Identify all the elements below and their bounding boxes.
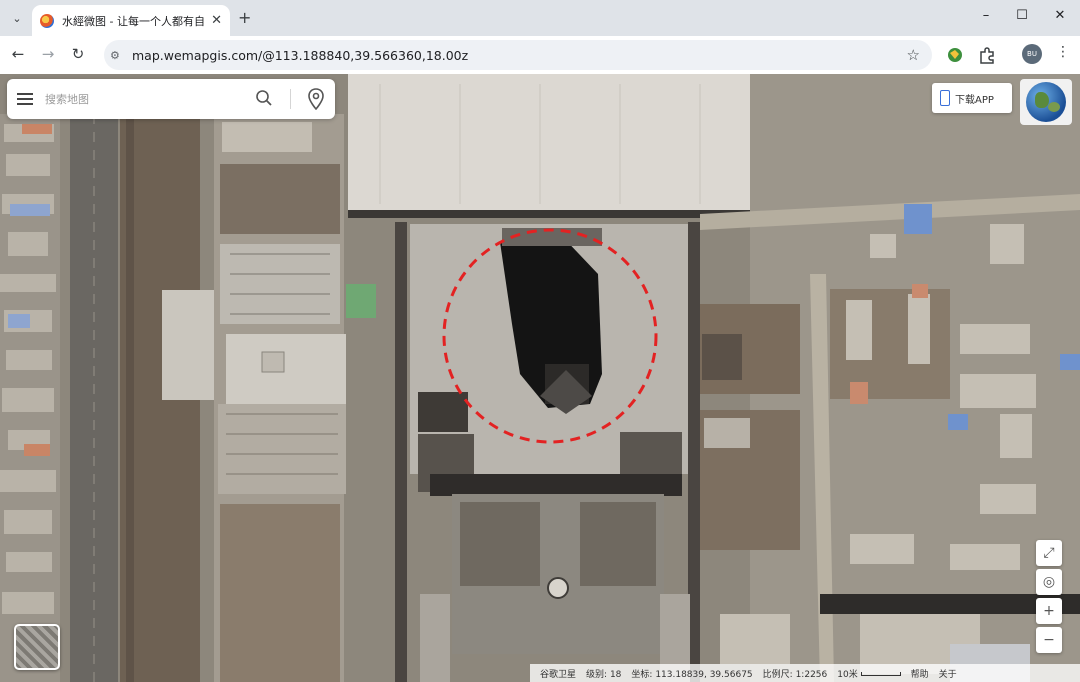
map-search-input[interactable]	[45, 92, 245, 106]
zoom-out-button[interactable]: −	[1036, 627, 1062, 653]
satellite-imagery[interactable]	[0, 74, 1080, 682]
locate-me-icon[interactable]: ◎	[1036, 569, 1062, 595]
about-link[interactable]: 关于	[939, 667, 957, 680]
new-tab-plus-icon[interactable]: +	[238, 8, 251, 27]
fullscreen-icon[interactable]: ⤢	[1036, 540, 1062, 566]
extension-globe-icon[interactable]	[946, 46, 964, 64]
maximize-icon[interactable]: ☐	[1012, 8, 1032, 23]
imagery-source: 谷歌卫星	[540, 669, 577, 680]
map-status-bar: 谷歌卫星 级别: 18 坐标: 113.18839, 39.56675 比例尺:…	[530, 664, 1080, 682]
map-scale: 比例尺: 1:2256	[762, 669, 828, 680]
forward-arrow-icon[interactable]: →	[38, 45, 58, 63]
browser-tab-active[interactable]: 水經微图 - 让每一个人都有自己 ✕	[32, 5, 230, 36]
menu-hamburger-icon[interactable]	[17, 93, 33, 105]
download-app-label: 下载APP	[955, 94, 994, 106]
map-search-box	[7, 79, 335, 119]
globe-icon	[1026, 82, 1066, 122]
location-pin-icon[interactable]	[307, 88, 325, 110]
map-tools: ⤢ ◎ + −	[1036, 540, 1064, 653]
layer-switch-thumbnail[interactable]	[14, 624, 60, 670]
divider	[290, 89, 291, 109]
tab-close-icon[interactable]: ✕	[211, 13, 222, 28]
phone-icon	[940, 90, 950, 106]
minimize-icon[interactable]: –	[976, 8, 996, 23]
globe-view-button[interactable]	[1020, 79, 1072, 125]
help-link[interactable]: 帮助	[911, 667, 929, 680]
tab-search-chevron-icon[interactable]: ⌄	[6, 7, 28, 29]
reload-icon[interactable]: ↻	[68, 45, 88, 63]
map-viewport[interactable]: 下载APP ⤢ ◎ + − 谷歌卫星 级别: 18 坐标: 113.18839,…	[0, 74, 1080, 682]
url-text[interactable]: map.wemapgis.com/@113.188840,39.566360,1…	[132, 48, 907, 63]
scale-bar: 10米	[837, 667, 901, 680]
address-bar[interactable]: ⚙ map.wemapgis.com/@113.188840,39.566360…	[104, 40, 932, 70]
search-icon[interactable]	[255, 89, 273, 107]
zoom-in-button[interactable]: +	[1036, 598, 1062, 624]
extensions-puzzle-icon[interactable]	[978, 46, 996, 64]
tab-strip: ⌄ 水經微图 - 让每一个人都有自己 ✕ + – ☐ ✕	[0, 0, 1080, 36]
profile-avatar[interactable]: BU	[1022, 44, 1042, 64]
bookmark-star-icon[interactable]: ☆	[907, 46, 920, 64]
window-close-icon[interactable]: ✕	[1050, 8, 1070, 23]
browser-toolbar: ← → ↻ ⚙ map.wemapgis.com/@113.188840,39.…	[0, 36, 1080, 74]
zoom-level: 级别: 18	[586, 669, 622, 680]
cursor-coordinates: 坐标: 113.18839, 39.56675	[631, 669, 753, 680]
tab-title: 水經微图 - 让每一个人都有自己	[62, 14, 206, 28]
back-arrow-icon[interactable]: ←	[8, 45, 28, 63]
site-favicon-icon	[40, 13, 54, 28]
download-app-button[interactable]: 下载APP	[932, 83, 1012, 113]
browser-menu-icon[interactable]: ⋮	[1056, 44, 1070, 60]
site-info-icon[interactable]: ⚙	[110, 49, 124, 62]
